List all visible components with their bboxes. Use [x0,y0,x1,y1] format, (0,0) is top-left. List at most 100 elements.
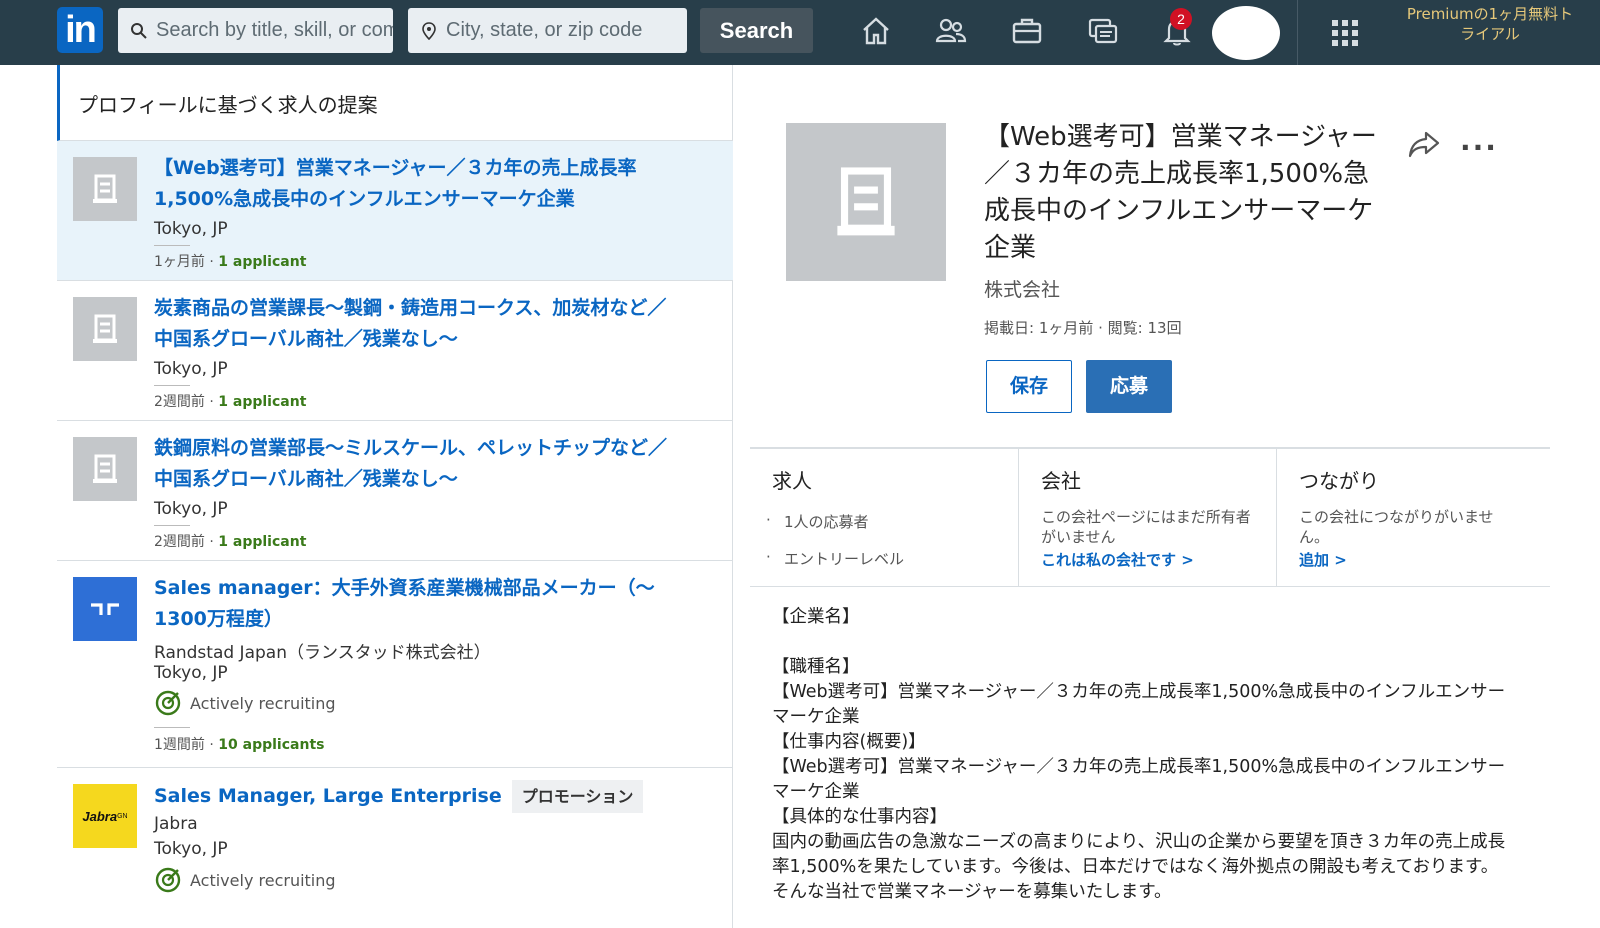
description-line: 【Web選考可】営業マネージャー／３カ年の売上成長率1,500%急成長中のインフ… [772,757,1506,802]
applicant-count: 10 applicants [218,737,325,753]
jabra-logo-sup: GN [117,812,128,820]
job-card[interactable]: Jabra GN Sales Manager, Large Enterprise プ… [57,768,733,928]
save-button[interactable]: 保存 [986,360,1072,413]
company-insight-heading: 会社 [1041,469,1081,493]
connections-insight-text: この会社につながりがいません。 [1299,508,1494,546]
actively-recruiting: Actively recruiting [154,866,336,894]
applicant-count: 1 applicant [218,254,307,270]
building-icon [837,167,895,236]
description-line: 【仕事内容(概要)】 [772,732,926,752]
linkedin-logo[interactable]: in [57,7,103,53]
posted-time: 1ヶ月前 [154,254,205,270]
company-logo [73,157,137,221]
company-logo-large [786,123,946,281]
job-location: Tokyo, JP [154,359,228,379]
jabra-logo-text: Jabra [82,808,118,824]
description-line: 【具体的な仕事内容】 [772,807,947,827]
job-title-link[interactable]: 炭素商品の営業課長〜製鋼・鋳造用コークス、加炭材など／中国系グローバル商社／残業… [154,293,674,355]
job-company: Jabra [154,814,198,834]
job-title-link[interactable]: Sales manager：大手外資系産業機械部品メーカー（〜1300万程度） [154,573,674,635]
search-icon [131,22,147,39]
divider [154,525,190,526]
nav-divider [1297,0,1298,65]
more-options-icon[interactable]: ··· [1460,131,1498,164]
applicant-count: 1 applicant [218,394,307,410]
description-line: 【職種名】 [772,657,860,677]
description-line [772,630,1512,655]
job-meta: 1ヶ月前 · 1 applicant [154,254,307,270]
description-line: 【企業名】 [772,607,860,627]
jobs-insight-column: 求人 1人の応募者 エントリーレベル [750,449,1018,587]
apply-button[interactable]: 応募 [1086,360,1172,413]
target-icon [155,690,181,716]
target-icon [155,867,181,893]
applicant-count: 1 applicant [218,534,307,550]
keyword-search-input[interactable] [156,19,393,42]
posted-time: 1週間前 [154,737,205,753]
job-title-link[interactable]: 鉄鋼原料の営業部長〜ミルスケール、ペレットチップなど／中国系グローバル商社／残業… [154,433,674,495]
job-location: Tokyo, JP [154,663,228,683]
insight-item: 1人の応募者 [766,511,868,532]
list-header: プロフィールに基づく求人の提案 [57,65,733,141]
building-icon [93,174,117,203]
divider [154,385,190,386]
building-icon [93,454,117,483]
job-title-link[interactable]: Sales Manager, Large Enterprise プロモーション [154,780,674,813]
network-icon[interactable] [934,14,968,48]
posted-time: 2週間前 [154,534,205,550]
recruiting-label: Actively recruiting [190,693,336,713]
job-meta: 2週間前 · 1 applicant [154,534,307,550]
job-detail-meta: 掲載日: 1ヶ月前 · 閲覧: 13回 [984,319,1182,337]
job-card[interactable]: Sales manager：大手外資系産業機械部品メーカー（〜1300万程度） … [57,561,733,768]
job-meta: 2週間前 · 1 applicant [154,394,307,410]
notification-badge: 2 [1170,8,1192,30]
messaging-icon[interactable] [1086,14,1120,48]
add-connection-link[interactable]: 追加 > [1299,549,1347,570]
job-card[interactable]: 【Web選考可】営業マネージャー／３カ年の売上成長率1,500%急成長中のインフ… [57,141,733,281]
keyword-search-box[interactable] [118,8,393,53]
insight-item: エントリーレベル [766,548,904,569]
company-logo [73,437,137,501]
company-insight-text: この会社ページにはまだ所有者がいません [1041,508,1251,546]
location-pin-icon [422,21,436,40]
grid-icon[interactable] [1330,18,1360,48]
actively-recruiting: Actively recruiting [154,689,336,717]
job-meta: 1週間前 · 10 applicants [154,737,325,753]
claim-company-link[interactable]: これは私の会社です > [1041,549,1194,570]
avatar[interactable] [1212,6,1280,60]
divider [154,245,190,246]
top-nav: in Search 2 Premiumの1ヶ月無料トライアル [0,0,1600,65]
location-search-box[interactable] [408,8,687,53]
recruiting-label: Actively recruiting [190,870,336,890]
description-line: 国内の動画広告の急激なニーズの高まりにより、沢山の企業から要望を頂き３カ年の売上… [772,832,1506,902]
jabra-logo: Jabra GN [73,784,137,848]
randstad-logo-icon [91,603,119,615]
building-icon [93,314,117,343]
posted-time: 2週間前 [154,394,205,410]
jobs-insight-heading: 求人 [772,469,812,493]
job-card[interactable]: 鉄鋼原料の営業部長〜ミルスケール、ペレットチップなど／中国系グローバル商社／残業… [57,421,733,561]
job-company: Randstad Japan（ランスタッド株式会社） [154,643,491,663]
home-icon[interactable] [859,14,893,48]
job-card[interactable]: 炭素商品の営業課長〜製鋼・鋳造用コークス、加炭材など／中国系グローバル商社／残業… [57,281,733,421]
connections-insight-heading: つながり [1299,469,1379,493]
job-title-text[interactable]: Sales Manager, Large Enterprise [154,785,502,807]
location-search-input[interactable] [446,19,687,42]
job-title-link[interactable]: 【Web選考可】営業マネージャー／３カ年の売上成長率1,500%急成長中のインフ… [154,153,674,215]
job-detail-company[interactable]: 株式会社 [984,275,1060,302]
share-icon[interactable] [1406,129,1442,159]
company-insight-column: 会社 この会社ページにはまだ所有者がいません これは私の会社です > [1018,449,1276,587]
job-location: Tokyo, JP [154,219,228,239]
job-detail-title: 【Web選考可】営業マネージャー／３カ年の売上成長率1,500%急成長中のインフ… [984,122,1377,263]
connections-insight-column: つながり この会社につながりがいません。 追加 > [1276,449,1550,587]
premium-trial-link[interactable]: Premiumの1ヶ月無料トライアル [1400,4,1580,44]
jobs-icon[interactable] [1010,14,1044,48]
job-insights-row: 求人 1人の応募者 エントリーレベル 会社 この会社ページにはまだ所有者がいませ… [750,447,1550,587]
randstad-logo [73,577,137,641]
company-logo [73,297,137,361]
list-header-label: プロフィールに基づく求人の提案 [78,93,378,117]
search-button[interactable]: Search [700,8,813,53]
description-line: 【Web選考可】営業マネージャー／３カ年の売上成長率1,500%急成長中のインフ… [772,682,1506,727]
promotion-badge: プロモーション [511,780,644,813]
job-location: Tokyo, JP [154,839,228,859]
